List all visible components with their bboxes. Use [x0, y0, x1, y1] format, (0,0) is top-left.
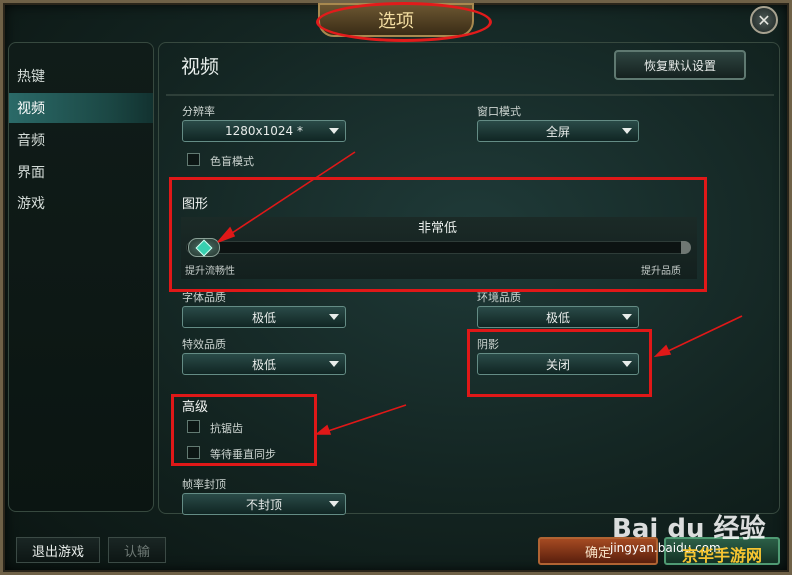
sidebar-item-game[interactable]: 游戏	[9, 188, 153, 218]
header-divider	[166, 94, 774, 96]
colorblind-checkbox[interactable]	[187, 153, 200, 166]
sidebar-item-label: 界面	[17, 165, 45, 181]
advanced-annotation-box	[171, 394, 317, 466]
effects-quality-label: 特效品质	[182, 338, 226, 351]
chevron-down-icon	[622, 128, 632, 134]
sidebar-item-audio[interactable]: 音频	[9, 125, 153, 155]
frame-cap-label: 帧率封顶	[182, 478, 226, 491]
environment-quality-value: 极低	[545, 310, 570, 325]
sidebar-item-hotkeys[interactable]: 热键	[9, 61, 153, 91]
frame-cap-dropdown[interactable]: 不封顶	[182, 493, 346, 515]
resolution-value: 1280x1024 *	[225, 124, 303, 138]
resolution-label: 分辨率	[182, 105, 215, 118]
resolution-dropdown[interactable]: 1280x1024 *	[182, 120, 346, 142]
chevron-down-icon	[329, 314, 339, 320]
page-title: 视频	[181, 56, 220, 78]
sidebar-item-interface[interactable]: 界面	[9, 157, 153, 187]
title-annotation-ellipse	[316, 2, 492, 42]
sidebar-item-label: 音频	[17, 133, 45, 149]
graphics-annotation-box	[169, 177, 707, 292]
environment-quality-dropdown[interactable]: 极低	[477, 306, 639, 328]
surrender-button[interactable]: 认输	[108, 537, 166, 563]
sidebar-item-video[interactable]: 视频	[9, 93, 153, 123]
window-mode-value: 全屏	[545, 124, 570, 139]
close-button[interactable]: ✕	[750, 6, 778, 34]
chevron-down-icon	[329, 361, 339, 367]
character-quality-dropdown[interactable]: 极低	[182, 306, 346, 328]
sidebar-item-label: 游戏	[17, 196, 45, 212]
close-icon: ✕	[757, 10, 771, 30]
exit-game-button[interactable]: 退出游戏	[16, 537, 100, 563]
chevron-down-icon	[329, 128, 339, 134]
sidebar-item-label: 热键	[17, 69, 45, 85]
character-quality-value: 极低	[251, 310, 276, 325]
sidebar: 热键 视频 音频 界面 游戏	[8, 42, 154, 512]
colorblind-label: 色盲模式	[210, 155, 254, 168]
reset-defaults-button[interactable]: 恢复默认设置	[614, 50, 746, 80]
effects-quality-dropdown[interactable]: 极低	[182, 353, 346, 375]
site-watermark: 京华手游网	[682, 546, 763, 565]
frame-cap-value: 不封顶	[245, 497, 282, 512]
shadows-annotation-box	[467, 329, 652, 397]
chevron-down-icon	[622, 314, 632, 320]
confirm-label: 确定	[584, 545, 611, 561]
effects-quality-value: 极低	[251, 357, 276, 372]
chevron-down-icon	[329, 501, 339, 507]
baidu-watermark: Bai du 经验	[612, 514, 766, 544]
window-mode-label: 窗口模式	[477, 105, 521, 118]
window-mode-dropdown[interactable]: 全屏	[477, 120, 639, 142]
sidebar-item-label: 视频	[17, 101, 45, 117]
